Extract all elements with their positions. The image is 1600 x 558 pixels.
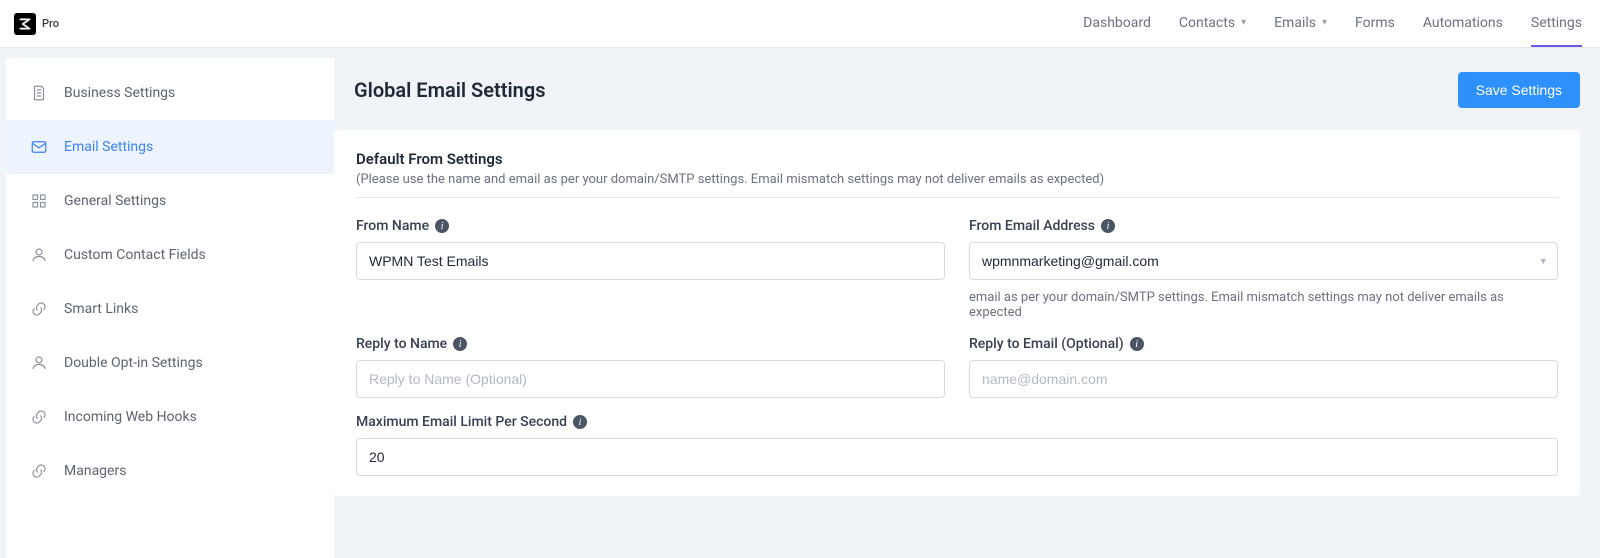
app-shell: Business Settings Email Settings General… — [0, 48, 1600, 558]
info-icon[interactable]: i — [1101, 219, 1115, 233]
max-limit-input[interactable] — [356, 438, 1558, 476]
sidebar-item-label: Managers — [64, 463, 126, 479]
nav-label: Dashboard — [1083, 15, 1151, 31]
nav-automations[interactable]: Automations — [1423, 0, 1503, 47]
person-icon — [30, 354, 48, 372]
sidebar-item-label: Smart Links — [64, 301, 138, 317]
link-icon — [30, 462, 48, 480]
chevron-down-icon: ▾ — [1322, 17, 1327, 28]
sidebar-item-incoming-webhooks[interactable]: Incoming Web Hooks — [6, 390, 334, 444]
info-icon[interactable]: i — [573, 415, 587, 429]
sidebar-item-label: Double Opt-in Settings — [64, 355, 203, 371]
document-icon — [30, 84, 48, 102]
nav-emails[interactable]: Emails ▾ — [1274, 0, 1327, 47]
person-icon — [30, 246, 48, 264]
settings-panel: Default From Settings (Please use the na… — [334, 130, 1580, 496]
nav-label: Automations — [1423, 15, 1503, 31]
link-icon — [30, 300, 48, 318]
info-icon[interactable]: i — [435, 219, 449, 233]
field-from-email: From Email Address i ▾ email as per your… — [969, 218, 1558, 320]
brand-text: Pro — [42, 17, 59, 30]
logo-icon — [14, 13, 36, 35]
field-reply-email: Reply to Email (Optional) i — [969, 336, 1558, 398]
field-from-name: From Name i — [356, 218, 945, 320]
reply-name-input[interactable] — [356, 360, 945, 398]
nav-label: Contacts — [1179, 15, 1235, 31]
field-max-limit: Maximum Email Limit Per Second i — [356, 414, 1558, 476]
sidebar-item-smart-links[interactable]: Smart Links — [6, 282, 334, 336]
main-nav: Dashboard Contacts ▾ Emails ▾ Forms Auto… — [1083, 0, 1582, 47]
sidebar: Business Settings Email Settings General… — [6, 58, 334, 558]
reply-email-input[interactable] — [969, 360, 1558, 398]
content-header: Global Email Settings Save Settings — [334, 58, 1600, 130]
sidebar-item-business-settings[interactable]: Business Settings — [6, 66, 334, 120]
nav-forms[interactable]: Forms — [1355, 0, 1395, 47]
nav-label: Forms — [1355, 15, 1395, 31]
sidebar-item-managers[interactable]: Managers — [6, 444, 334, 498]
from-name-label: From Name — [356, 218, 429, 234]
brand: Pro — [14, 13, 59, 35]
section-subtitle: (Please use the name and email as per yo… — [356, 172, 1558, 198]
from-email-label: From Email Address — [969, 218, 1095, 234]
sidebar-item-label: Incoming Web Hooks — [64, 409, 197, 425]
info-icon[interactable]: i — [453, 337, 467, 351]
nav-label: Emails — [1274, 15, 1316, 31]
nav-settings[interactable]: Settings — [1531, 0, 1582, 47]
from-name-input[interactable] — [356, 242, 945, 280]
save-settings-button[interactable]: Save Settings — [1458, 72, 1580, 108]
from-email-hint: email as per your domain/SMTP settings. … — [969, 290, 1558, 320]
sidebar-item-label: Custom Contact Fields — [64, 247, 206, 263]
sidebar-item-double-optin[interactable]: Double Opt-in Settings — [6, 336, 334, 390]
from-email-select[interactable] — [969, 242, 1558, 280]
link-icon — [30, 408, 48, 426]
chevron-down-icon: ▾ — [1241, 17, 1246, 28]
page-title: Global Email Settings — [354, 78, 546, 102]
sidebar-item-label: General Settings — [64, 193, 166, 209]
sidebar-item-custom-contact-fields[interactable]: Custom Contact Fields — [6, 228, 334, 282]
max-limit-label: Maximum Email Limit Per Second — [356, 414, 567, 430]
nav-contacts[interactable]: Contacts ▾ — [1179, 0, 1246, 47]
sidebar-item-general-settings[interactable]: General Settings — [6, 174, 334, 228]
sidebar-item-label: Business Settings — [64, 85, 175, 101]
nav-dashboard[interactable]: Dashboard — [1083, 0, 1151, 47]
section-title: Default From Settings — [356, 150, 1558, 168]
topbar: Pro Dashboard Contacts ▾ Emails ▾ Forms … — [0, 0, 1600, 48]
info-icon[interactable]: i — [1130, 337, 1144, 351]
grid-icon — [30, 192, 48, 210]
content: Global Email Settings Save Settings Defa… — [334, 58, 1600, 496]
sidebar-item-email-settings[interactable]: Email Settings — [6, 120, 334, 174]
sidebar-item-label: Email Settings — [64, 139, 153, 155]
field-reply-name: Reply to Name i — [356, 336, 945, 398]
reply-email-label: Reply to Email (Optional) — [969, 336, 1124, 352]
nav-label: Settings — [1531, 15, 1582, 31]
reply-name-label: Reply to Name — [356, 336, 447, 352]
mail-icon — [30, 138, 48, 156]
